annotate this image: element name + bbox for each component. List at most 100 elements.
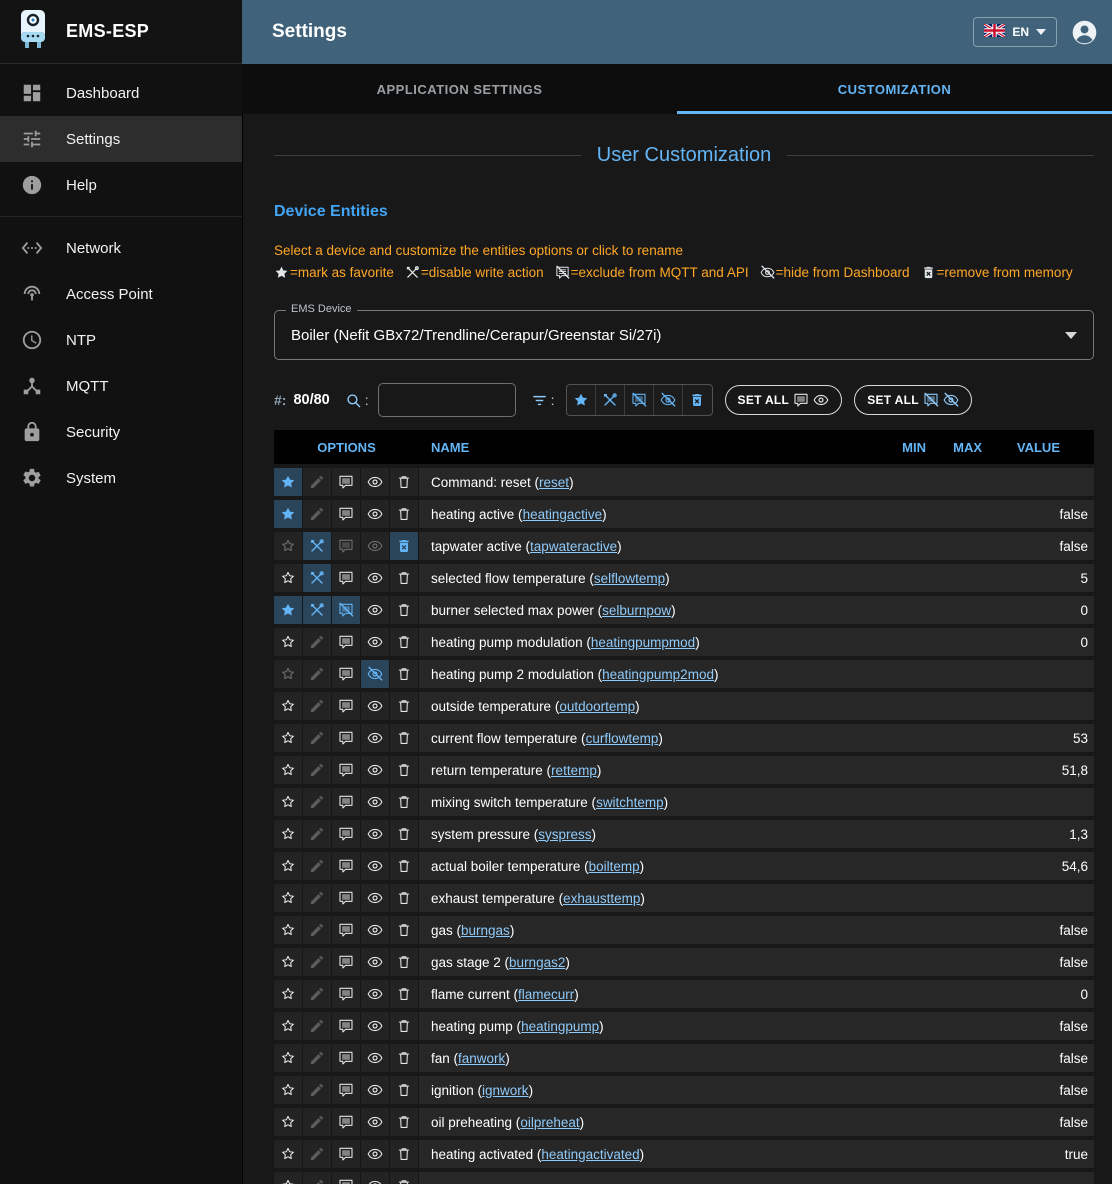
disable-write-toggle[interactable]: [303, 1172, 332, 1184]
favorite-toggle[interactable]: [274, 724, 303, 752]
disable-write-toggle[interactable]: [303, 980, 332, 1008]
remove-memory-toggle[interactable]: [390, 1012, 419, 1040]
disable-write-toggle[interactable]: [303, 500, 332, 528]
disable-write-toggle[interactable]: [303, 1076, 332, 1104]
entity-shortname-link[interactable]: selflowtemp: [594, 571, 665, 586]
sidebar-item-system[interactable]: System: [0, 455, 242, 501]
exclude-mqtt-toggle[interactable]: [332, 948, 361, 976]
entity-shortname-link[interactable]: switchtemp: [596, 795, 664, 810]
disable-write-toggle[interactable]: [303, 564, 332, 592]
exclude-mqtt-toggle[interactable]: [332, 692, 361, 720]
sidebar-item-network[interactable]: Network: [0, 225, 242, 271]
hide-dashboard-toggle[interactable]: [361, 1076, 390, 1104]
remove-memory-toggle[interactable]: [390, 1140, 419, 1168]
exclude-mqtt-toggle[interactable]: [332, 1044, 361, 1072]
exclude-mqtt-toggle[interactable]: [332, 1108, 361, 1136]
hide-dashboard-toggle[interactable]: [361, 532, 390, 560]
disable-write-toggle[interactable]: [303, 660, 332, 688]
exclude-mqtt-toggle[interactable]: [332, 1172, 361, 1184]
hide-dashboard-toggle[interactable]: [361, 1044, 390, 1072]
favorite-toggle[interactable]: [274, 564, 303, 592]
disable-write-toggle[interactable]: [303, 1012, 332, 1040]
remove-memory-toggle[interactable]: [390, 500, 419, 528]
hide-dashboard-toggle[interactable]: [361, 468, 390, 496]
exclude-mqtt-toggle[interactable]: [332, 500, 361, 528]
disable-write-toggle[interactable]: [303, 916, 332, 944]
sidebar-item-dashboard[interactable]: Dashboard: [0, 70, 242, 116]
remove-memory-toggle[interactable]: [390, 532, 419, 560]
set-all-show-button[interactable]: SET ALL: [725, 385, 843, 415]
remove-memory-toggle[interactable]: [390, 852, 419, 880]
disable-write-toggle[interactable]: [303, 852, 332, 880]
remove-memory-filter-toggle[interactable]: [683, 385, 712, 415]
exclude-mqtt-toggle[interactable]: [332, 1076, 361, 1104]
hide-dashboard-toggle[interactable]: [361, 564, 390, 592]
disable-write-toggle[interactable]: [303, 1044, 332, 1072]
disable-write-toggle[interactable]: [303, 724, 332, 752]
entity-shortname-link[interactable]: heatingactivated: [541, 1147, 639, 1162]
favorite-toggle[interactable]: [274, 884, 303, 912]
favorite-toggle[interactable]: [274, 1012, 303, 1040]
exclude-mqtt-toggle[interactable]: [332, 532, 361, 560]
remove-memory-toggle[interactable]: [390, 820, 419, 848]
entity-shortname-link[interactable]: reset: [539, 475, 569, 490]
sidebar-item-access-point[interactable]: Access Point: [0, 271, 242, 317]
remove-memory-toggle[interactable]: [390, 596, 419, 624]
entity-shortname-link[interactable]: fanwork: [458, 1051, 505, 1066]
remove-memory-toggle[interactable]: [390, 564, 419, 592]
disable-write-toggle[interactable]: [303, 692, 332, 720]
sidebar-item-settings[interactable]: Settings: [0, 116, 242, 162]
disable-write-toggle[interactable]: [303, 596, 332, 624]
remove-memory-toggle[interactable]: [390, 756, 419, 784]
favorite-toggle[interactable]: [274, 692, 303, 720]
hide-dashboard-toggle[interactable]: [361, 628, 390, 656]
favorite-toggle[interactable]: [274, 532, 303, 560]
exclude-mqtt-toggle[interactable]: [332, 884, 361, 912]
entity-shortname-link[interactable]: ignwork: [482, 1083, 529, 1098]
sidebar-item-ntp[interactable]: NTP: [0, 317, 242, 363]
disable-write-toggle[interactable]: [303, 788, 332, 816]
disable-write-toggle[interactable]: [303, 820, 332, 848]
remove-memory-toggle[interactable]: [390, 948, 419, 976]
favorite-toggle[interactable]: [274, 948, 303, 976]
favorite-toggle[interactable]: [274, 468, 303, 496]
favorite-toggle[interactable]: [274, 1044, 303, 1072]
exclude-mqtt-toggle[interactable]: [332, 980, 361, 1008]
favorite-toggle[interactable]: [274, 852, 303, 880]
hide-dashboard-toggle[interactable]: [361, 596, 390, 624]
disable-write-toggle[interactable]: [303, 628, 332, 656]
hide-dashboard-toggle[interactable]: [361, 1140, 390, 1168]
hide-dashboard-toggle[interactable]: [361, 948, 390, 976]
entity-shortname-link[interactable]: exhausttemp: [563, 891, 640, 906]
favorite-toggle[interactable]: [274, 788, 303, 816]
exclude-mqtt-toggle[interactable]: [332, 596, 361, 624]
search-input[interactable]: [378, 383, 516, 417]
sidebar-item-security[interactable]: Security: [0, 409, 242, 455]
entity-shortname-link[interactable]: rettemp: [551, 763, 597, 778]
favorite-toggle[interactable]: [274, 756, 303, 784]
remove-memory-toggle[interactable]: [390, 916, 419, 944]
entity-shortname-link[interactable]: heatingpump2mod: [602, 667, 714, 682]
hide-dashboard-toggle[interactable]: [361, 660, 390, 688]
exclude-mqtt-toggle[interactable]: [332, 564, 361, 592]
disable-write-toggle[interactable]: [303, 948, 332, 976]
hide-dashboard-toggle[interactable]: [361, 756, 390, 784]
favorite-toggle[interactable]: [274, 596, 303, 624]
exclude-mqtt-toggle[interactable]: [332, 660, 361, 688]
exclude-mqtt-toggle[interactable]: [332, 852, 361, 880]
favorite-toggle[interactable]: [274, 500, 303, 528]
remove-memory-toggle[interactable]: [390, 724, 419, 752]
entity-shortname-link[interactable]: burngas2: [509, 955, 565, 970]
entity-shortname-link[interactable]: heatingactive: [523, 507, 603, 522]
exclude-mqtt-toggle[interactable]: [332, 1012, 361, 1040]
favorite-toggle[interactable]: [274, 916, 303, 944]
hide-dashboard-toggle[interactable]: [361, 692, 390, 720]
exclude-mqtt-toggle[interactable]: [332, 788, 361, 816]
set-all-hide-button[interactable]: SET ALL: [854, 385, 972, 415]
hide-dashboard-toggle[interactable]: [361, 884, 390, 912]
favorite-toggle[interactable]: [274, 1108, 303, 1136]
remove-memory-toggle[interactable]: [390, 692, 419, 720]
exclude-mqtt-toggle[interactable]: [332, 724, 361, 752]
entity-shortname-link[interactable]: flamecurr: [518, 987, 574, 1002]
hide-dashboard-toggle[interactable]: [361, 1108, 390, 1136]
